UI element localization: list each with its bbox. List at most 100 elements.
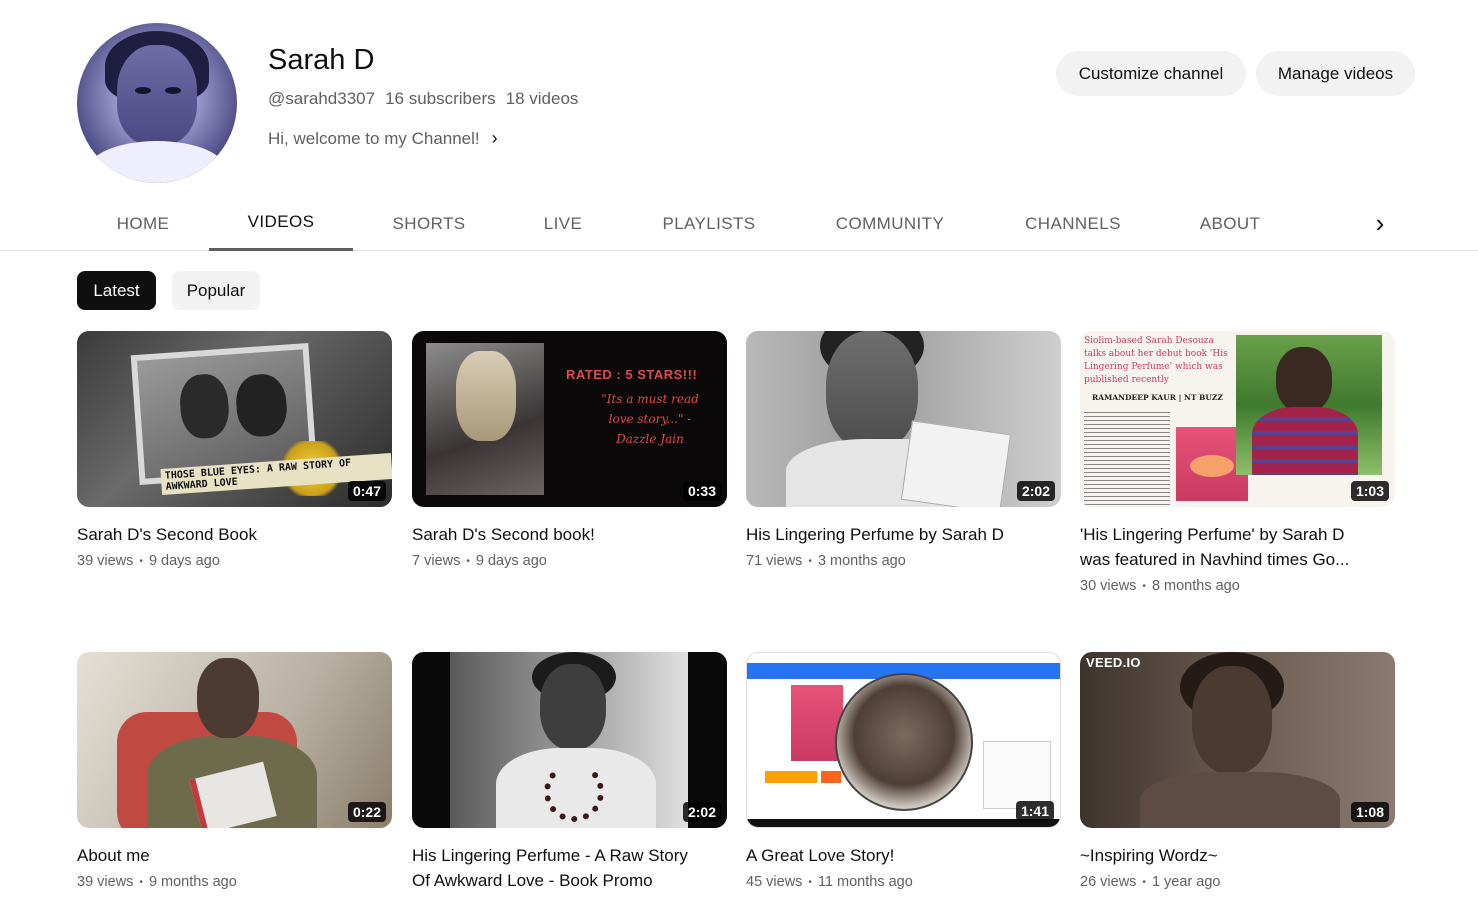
video-count: 18 videos	[505, 89, 579, 108]
video-thumbnail[interactable]: 2:02	[412, 652, 727, 828]
video-duration: 2:02	[682, 802, 721, 822]
video-stats: 7 views • 9 days ago	[412, 553, 727, 569]
video-thumbnail[interactable]: 0:22	[77, 652, 392, 828]
video-stats: 30 views • 8 months ago	[1080, 578, 1395, 594]
video-age: 11 months ago	[817, 874, 913, 890]
video-title[interactable]: ~Inspiring Wordz~	[1080, 843, 1395, 868]
avatar-shoulders	[87, 141, 227, 183]
thumbnail-figure	[1276, 347, 1332, 413]
thumbnail-watermark: VEED.IO	[1086, 655, 1141, 670]
channel-description-text: Hi, welcome to my Channel!	[268, 128, 480, 148]
video-card[interactable]: 2:02 His Lingering Perfume by Sarah D 71…	[746, 331, 1061, 569]
video-views: 39 views	[77, 874, 134, 890]
video-age: 1 year ago	[1151, 874, 1221, 890]
tab-about[interactable]: ABOUT	[1186, 196, 1274, 251]
video-thumbnail[interactable]: THOSE BLUE EYES: A RAW STORY OF AWKWARD …	[77, 331, 392, 507]
video-age: 9 days ago	[148, 553, 220, 569]
stats-separator: •	[1142, 876, 1146, 888]
thumbnail-decoration	[821, 771, 841, 783]
video-views: 71 views	[746, 553, 803, 569]
stats-separator: •	[808, 555, 812, 567]
channel-name: Sarah D	[268, 44, 375, 76]
video-card[interactable]: RATED : 5 STARS!!! "Its a must read love…	[412, 331, 727, 569]
tab-videos[interactable]: VIDEOS	[209, 196, 353, 251]
video-age: 8 months ago	[1151, 578, 1240, 594]
channel-description[interactable]: Hi, welcome to my Channel! ›	[268, 128, 498, 149]
video-duration: 0:47	[347, 481, 386, 501]
stats-separator: •	[139, 876, 143, 888]
thumbnail-webcam	[835, 673, 973, 811]
video-card[interactable]: THOSE BLUE EYES: A RAW STORY OF AWKWARD …	[77, 331, 392, 569]
video-title[interactable]: Sarah D's Second book!	[412, 522, 727, 547]
filter-popular-chip[interactable]: Popular	[172, 271, 260, 310]
video-title[interactable]: His Lingering Perfume by Sarah D	[746, 522, 1061, 547]
tab-channels[interactable]: CHANNELS	[1010, 196, 1136, 251]
stats-separator: •	[1142, 580, 1146, 592]
thumbnail-figure	[178, 372, 231, 440]
thumbnail-book	[900, 420, 1012, 507]
video-duration: 1:08	[1350, 802, 1389, 822]
channel-avatar	[77, 23, 237, 183]
channel-handle: @sarahd3307	[268, 89, 376, 108]
thumbnail-figure	[540, 664, 606, 750]
tab-live[interactable]: LIVE	[525, 196, 601, 251]
thumbnail-panel	[983, 741, 1051, 809]
video-duration: 2:02	[1016, 481, 1055, 501]
subscriber-count: 16 subscribers	[385, 89, 496, 108]
video-title[interactable]: Sarah D's Second Book	[77, 522, 392, 547]
thumbnail-byline: RAMANDEEP KAUR | NT BUZZ	[1092, 393, 1223, 402]
video-card[interactable]: 1:41 A Great Love Story! 45 views • 11 m…	[746, 652, 1061, 890]
video-title[interactable]: About me	[77, 843, 392, 868]
video-stats: 39 views • 9 days ago	[77, 553, 392, 569]
video-title[interactable]: His Lingering Perfume - A Raw Story Of A…	[412, 843, 727, 893]
thumbnail-figure	[1140, 772, 1340, 828]
channel-tabs: HOME VIDEOS SHORTS LIVE PLAYLISTS COMMUN…	[0, 196, 1478, 251]
video-card[interactable]: 2:02 His Lingering Perfume - A Raw Story…	[412, 652, 727, 893]
thumbnail-headline: Siolim-based Sarah Desouza talks about h…	[1084, 336, 1228, 385]
video-card[interactable]: VEED.IO 1:08 ~Inspiring Wordz~ 26 views …	[1080, 652, 1395, 890]
channel-meta: @sarahd3307 16 subscribers 18 videos	[268, 89, 578, 109]
customize-channel-button[interactable]: Customize channel	[1056, 51, 1246, 96]
filter-latest-chip[interactable]: Latest	[77, 271, 156, 310]
video-views: 45 views	[746, 874, 803, 890]
tab-shorts[interactable]: SHORTS	[379, 196, 479, 251]
video-views: 39 views	[77, 553, 134, 569]
video-title[interactable]: 'His Lingering Perfume' by Sarah D was f…	[1080, 522, 1395, 572]
video-thumbnail[interactable]: 1:41	[746, 652, 1061, 828]
stats-separator: •	[466, 555, 470, 567]
video-age: 9 months ago	[148, 874, 237, 890]
video-card[interactable]: Siolim-based Sarah Desouza talks about h…	[1080, 331, 1395, 594]
thumbnail-decoration	[765, 771, 817, 783]
thumbnail-figure	[1192, 666, 1272, 774]
thumbnail-figure	[197, 658, 259, 738]
video-age: 3 months ago	[817, 553, 906, 569]
video-stats: 39 views • 9 months ago	[77, 874, 392, 890]
video-duration: 1:03	[1350, 481, 1389, 501]
video-thumbnail[interactable]: 2:02	[746, 331, 1061, 507]
video-card[interactable]: 0:22 About me 39 views • 9 months ago	[77, 652, 392, 890]
video-age: 9 days ago	[475, 553, 547, 569]
tab-community[interactable]: COMMUNITY	[820, 196, 960, 251]
video-stats: 26 views • 1 year ago	[1080, 874, 1395, 890]
video-thumbnail[interactable]: VEED.IO 1:08	[1080, 652, 1395, 828]
video-duration: 0:22	[347, 802, 386, 822]
manage-videos-button[interactable]: Manage videos	[1256, 51, 1415, 96]
stats-separator: •	[808, 876, 812, 888]
chevron-right-icon[interactable]: ›	[1360, 196, 1400, 251]
thumbnail-figure	[234, 372, 289, 439]
thumbnail-decoration	[1190, 455, 1234, 477]
thumbnail-bottom-bar	[747, 819, 1060, 827]
video-stats: 45 views • 11 months ago	[746, 874, 1061, 890]
thumbnail-text-block	[1084, 409, 1170, 505]
avatar-eye	[165, 87, 181, 94]
video-thumbnail[interactable]: RATED : 5 STARS!!! "Its a must read love…	[412, 331, 727, 507]
thumbnail-figure	[1252, 407, 1358, 475]
thumbnail-quote: "Its a must read love story..." -Dazzle …	[601, 392, 699, 446]
tab-playlists[interactable]: PLAYLISTS	[648, 196, 770, 251]
video-title[interactable]: A Great Love Story!	[746, 843, 1061, 868]
video-thumbnail[interactable]: Siolim-based Sarah Desouza talks about h…	[1080, 331, 1395, 507]
tab-home[interactable]: HOME	[103, 196, 183, 251]
thumbnail-figure	[826, 331, 918, 451]
thumbnail-figure	[456, 351, 516, 441]
video-views: 30 views	[1080, 578, 1137, 594]
